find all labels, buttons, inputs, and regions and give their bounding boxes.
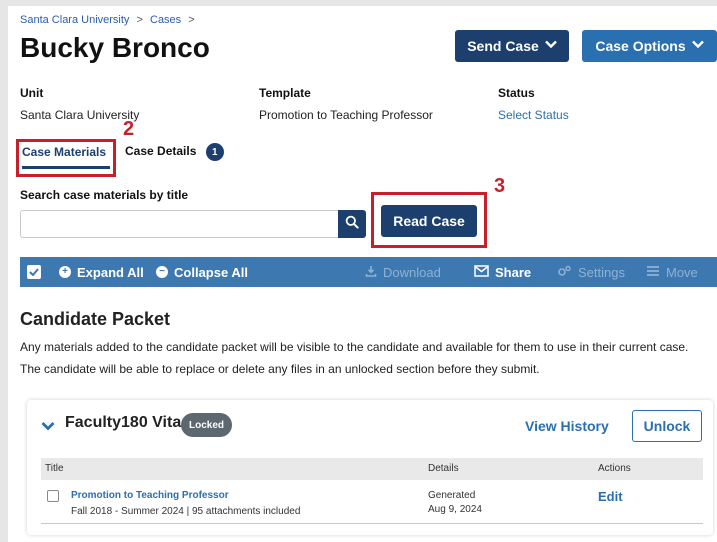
notification-badge: 1: [205, 143, 224, 161]
search-button[interactable]: [338, 210, 366, 238]
expand-all-label: Expand All: [77, 264, 144, 280]
row-edit-link[interactable]: Edit: [598, 489, 623, 504]
send-case-label: Send Case: [467, 38, 539, 54]
annotation-number-2: 2: [123, 118, 135, 140]
tab-case-details[interactable]: Case Details 1: [125, 143, 224, 161]
unit-label: Unit: [20, 86, 44, 100]
send-case-button[interactable]: Send Case: [455, 30, 569, 62]
download-icon: [365, 265, 377, 280]
unit-value: Santa Clara University: [20, 108, 140, 122]
search-label: Search case materials by title: [20, 188, 189, 202]
expand-all-button[interactable]: + Expand All: [59, 265, 144, 280]
case-options-label: Case Options: [595, 38, 686, 54]
annotation-box-3: [371, 192, 487, 248]
share-button[interactable]: Share: [474, 265, 531, 280]
status-label: Status: [498, 86, 535, 100]
table-row: Promotion to Teaching Professor Fall 201…: [41, 482, 703, 524]
row-checkbox[interactable]: [47, 490, 59, 502]
breadcrumb-cases[interactable]: Cases: [150, 14, 181, 26]
annotation-box-2: [16, 139, 116, 177]
collapse-all-button[interactable]: − Collapse All: [156, 265, 248, 280]
select-status-link[interactable]: Select Status: [498, 108, 569, 122]
view-history-link[interactable]: View History: [525, 418, 609, 434]
breadcrumb-separator: >: [188, 14, 195, 26]
column-header-title: Title: [45, 463, 64, 474]
column-header-actions: Actions: [598, 463, 631, 474]
share-label: Share: [495, 264, 532, 280]
materials-toolbar: + Expand All − Collapse All Download Sha…: [20, 257, 717, 287]
template-value: Promotion to Teaching Professor: [259, 108, 433, 122]
move-icon: [646, 265, 660, 280]
row-title-link[interactable]: Promotion to Teaching Professor: [71, 490, 229, 501]
chevron-down-icon[interactable]: [41, 418, 55, 436]
locked-badge: Locked: [181, 413, 233, 437]
breadcrumb-university[interactable]: Santa Clara University: [20, 14, 129, 26]
row-subtitle: Fall 2018 - Summer 2024 | 95 attachments…: [71, 506, 301, 517]
column-header-details: Details: [428, 463, 459, 474]
search-icon: [345, 215, 359, 234]
collapse-all-label: Collapse All: [174, 264, 248, 280]
move-label: Move: [666, 264, 698, 280]
section-title: Faculty180 Vita: [65, 414, 182, 431]
gears-icon: [557, 265, 572, 280]
chevron-down-icon: [691, 40, 704, 52]
template-label: Template: [259, 86, 311, 100]
case-options-button[interactable]: Case Options: [582, 30, 717, 62]
settings-label: Settings: [578, 264, 625, 280]
minus-circle-icon: −: [156, 266, 168, 278]
unlock-button[interactable]: Unlock: [632, 410, 702, 442]
page: Santa Clara University > Cases > Bucky B…: [0, 0, 717, 542]
section-card: Faculty180 Vita Locked View History Unlo…: [27, 400, 713, 535]
row-details-date: Aug 9, 2024: [428, 504, 482, 515]
envelope-icon: [474, 264, 489, 280]
row-details-status: Generated: [428, 490, 476, 501]
plus-circle-icon: +: [59, 266, 71, 278]
settings-button[interactable]: Settings: [557, 265, 625, 280]
move-button[interactable]: Move: [646, 265, 698, 280]
chevron-down-icon: [544, 40, 557, 52]
download-label: Download: [383, 264, 441, 280]
table-header: Title Details Actions: [41, 458, 703, 480]
candidate-packet-heading: Candidate Packet: [20, 309, 171, 329]
download-button[interactable]: Download: [365, 265, 441, 280]
candidate-packet-description: Any materials added to the candidate pac…: [20, 340, 689, 376]
tab-case-details-label: Case Details: [125, 144, 197, 159]
breadcrumb-separator: >: [136, 14, 143, 26]
breadcrumb: Santa Clara University > Cases >: [20, 14, 199, 26]
page-title: Bucky Bronco: [20, 32, 210, 63]
select-all-checkbox[interactable]: [27, 265, 41, 279]
annotation-number-3: 3: [494, 175, 506, 197]
search-input[interactable]: [20, 210, 338, 238]
main-content: Santa Clara University > Cases > Bucky B…: [8, 6, 717, 542]
